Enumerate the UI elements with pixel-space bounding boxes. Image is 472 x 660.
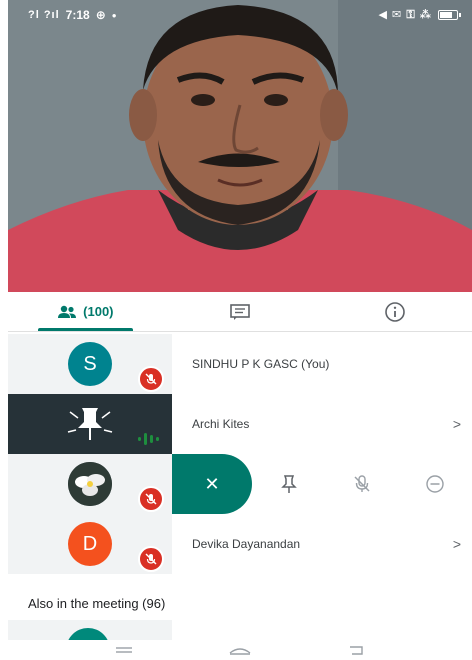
avatar: S — [68, 342, 112, 386]
menu-nav-icon[interactable] — [114, 645, 134, 655]
chevron-right-icon[interactable]: > — [442, 416, 472, 432]
avatar-initial: D — [82, 532, 98, 555]
pin-button[interactable] — [252, 454, 325, 514]
avatar — [66, 628, 110, 640]
mic-off-icon — [138, 486, 164, 512]
participant-count: (100) — [83, 304, 114, 319]
notification-dot-icon: ● — [111, 10, 117, 20]
remove-icon — [426, 475, 445, 493]
avatar: D — [68, 522, 112, 566]
flower-photo-icon — [68, 462, 112, 506]
participant-tile — [8, 394, 172, 454]
participant-row[interactable]: S SINDHU P K GASC (You) — [8, 334, 472, 394]
participant-actions-bar: ✕ — [172, 454, 472, 514]
participant-row-partial[interactable] — [8, 620, 472, 640]
sync-icon: ⊕ — [95, 8, 106, 22]
tab-people[interactable]: (100) — [8, 292, 163, 331]
chat-icon — [230, 303, 250, 320]
participant-name: Devika Dayanandan — [192, 537, 301, 551]
mute-participant-button[interactable] — [325, 454, 398, 514]
status-bar: ?l ?ıl 7:18 ⊕ ● ◀ ✉ ⚿ ⁂ — [8, 0, 472, 30]
status-icons: ◀ ✉ ⚿ ⁂ — [378, 9, 432, 21]
participant-row[interactable]: Archi Kites > — [8, 394, 472, 454]
mic-off-icon — [138, 546, 164, 572]
home-nav-icon[interactable] — [227, 644, 253, 656]
video-frame-illustration — [8, 0, 472, 292]
tab-info[interactable] — [317, 292, 472, 331]
close-actions-button[interactable]: ✕ — [172, 454, 252, 514]
android-nav-bar — [8, 640, 472, 660]
meet-app-screen: ?l ?ıl 7:18 ⊕ ● ◀ ✉ ⚿ ⁂ (100) S SINDHU P… — [8, 0, 472, 660]
battery-level-fill — [440, 12, 452, 18]
participant-name: Archi Kites — [192, 417, 250, 431]
battery-icon — [438, 10, 461, 20]
speaking-indicator-icon — [138, 433, 159, 445]
avatar — [68, 462, 112, 506]
mic-off-icon — [138, 366, 164, 392]
signal-indicator: ?l ?ıl — [28, 9, 60, 21]
also-in-meeting-heading: Also in the meeting (96) — [28, 596, 166, 611]
meeting-tabs: (100) — [8, 292, 472, 332]
participant-tile: S — [8, 334, 172, 394]
participant-video-feed[interactable]: ?l ?ıl 7:18 ⊕ ● ◀ ✉ ⚿ ⁂ — [8, 0, 472, 292]
pin-icon — [280, 475, 297, 493]
pin-icon — [67, 408, 113, 440]
participant-row[interactable]: D Devika Dayanandan > — [8, 514, 472, 574]
remove-participant-button[interactable] — [399, 454, 472, 514]
participant-tile — [8, 620, 172, 640]
avatar-initial: S — [83, 352, 97, 375]
status-time: 7:18 — [65, 8, 90, 22]
close-icon: ✕ — [204, 473, 220, 494]
participant-name: SINDHU P K GASC (You) — [192, 357, 330, 371]
people-icon — [58, 305, 77, 318]
info-icon — [384, 301, 405, 322]
chevron-right-icon[interactable]: > — [442, 536, 472, 552]
mic-off-icon — [354, 475, 370, 492]
back-nav-icon[interactable] — [346, 644, 366, 656]
tab-chat[interactable] — [163, 292, 318, 331]
participant-tile: D — [8, 514, 172, 574]
participant-tile — [8, 454, 172, 514]
